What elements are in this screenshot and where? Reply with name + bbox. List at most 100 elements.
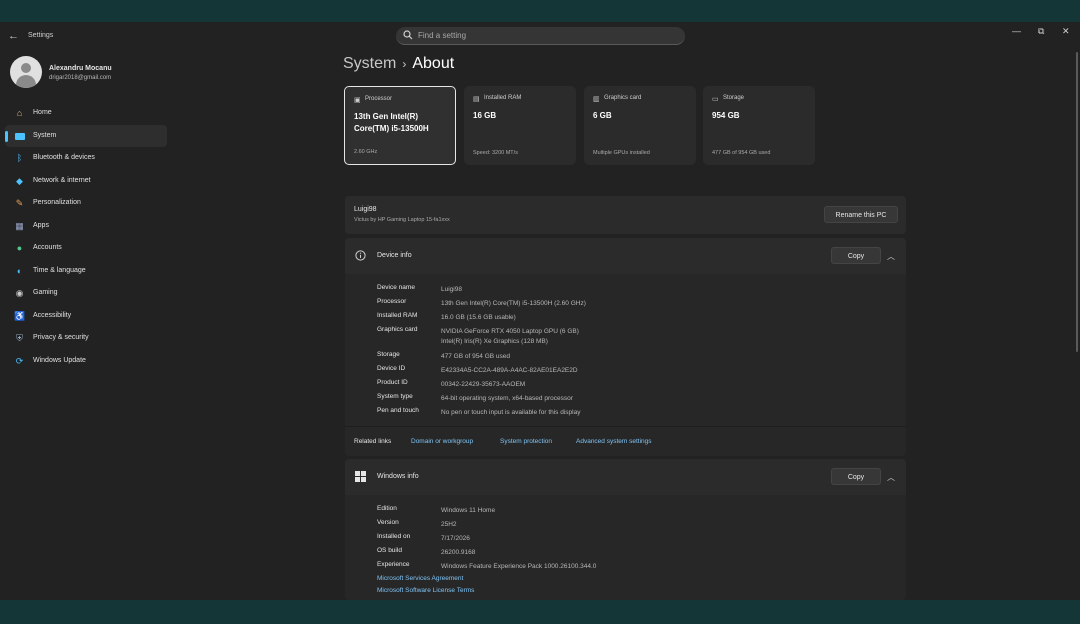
processor-card[interactable]: ▣ Processor 13th Gen Intel(R) Core(TM) i…: [344, 86, 456, 165]
sidebar-item-time-language[interactable]: ◐ Time & language: [5, 260, 167, 283]
info-icon: [355, 250, 366, 261]
related-links-label: Related links: [354, 438, 392, 445]
sidebar-item-privacy[interactable]: ⛨ Privacy & security: [5, 327, 167, 350]
maximize-button[interactable]: ⧉: [1038, 26, 1044, 37]
ram-card[interactable]: ▤ Installed RAM 16 GB Speed: 3200 MT/s: [464, 86, 576, 165]
search-input[interactable]: Find a setting: [418, 31, 466, 40]
sidebar-item-apps[interactable]: ▦ Apps: [5, 215, 167, 238]
copy-device-info-button[interactable]: Copy: [831, 247, 881, 264]
sidebar-item-label: Apps: [33, 221, 49, 229]
sidebar-item-gaming[interactable]: ◉ Gaming: [5, 282, 167, 305]
spec-value: 25H2: [441, 521, 457, 528]
spec-label: Pen and touch: [377, 407, 419, 414]
spec-label: Edition: [377, 505, 397, 512]
spec-value-secondary: Intel(R) Iris(R) Xe Graphics (128 MB): [441, 338, 548, 345]
gpu-icon: ▥: [593, 96, 600, 103]
system-icon: [14, 131, 25, 142]
pc-model: Victus by HP Gaming Laptop 15-fa1xxx: [354, 217, 450, 223]
copy-windows-info-button[interactable]: Copy: [831, 468, 881, 485]
scrollbar[interactable]: [1076, 52, 1078, 352]
spec-value: 7/17/2026: [441, 535, 470, 542]
cpu-icon: ▣: [354, 97, 361, 104]
page-title: About: [412, 55, 455, 72]
chevron-up-icon[interactable]: ︿: [887, 251, 895, 262]
minimize-button[interactable]: —: [1012, 26, 1021, 36]
update-icon: ⟳: [15, 355, 24, 366]
device-info-title: Device info: [377, 252, 412, 259]
spec-label: Experience: [377, 561, 410, 568]
wifi-icon: ◆: [16, 175, 23, 186]
sidebar-item-label: Privacy & security: [33, 334, 89, 341]
graphics-card[interactable]: ▥ Graphics card 6 GB Multiple GPUs insta…: [584, 86, 696, 165]
back-arrow-icon[interactable]: ←: [8, 30, 19, 42]
sidebar-item-label: Network & internet: [33, 176, 91, 184]
storage-icon: ▭: [712, 96, 719, 103]
app-title: Settings: [28, 32, 54, 39]
spec-value: 13th Gen Intel(R) Core(TM) i5-13500H (2.…: [441, 300, 586, 307]
spec-value: Windows Feature Experience Pack 1000.261…: [441, 563, 597, 570]
sidebar-item-accounts[interactable]: ● Accounts: [5, 237, 167, 260]
sidebar-item-label: Accounts: [33, 244, 62, 251]
home-icon: ⌂: [16, 108, 23, 118]
spec-label: Version: [377, 519, 399, 526]
license-terms-link[interactable]: Microsoft Software License Terms: [377, 587, 474, 594]
sidebar-item-label: Windows Update: [33, 356, 86, 364]
card-value: 16 GB: [473, 111, 497, 120]
device-info-section: Device info Copy ︿ Device name Luigi98 P…: [345, 238, 906, 456]
breadcrumb: System › About: [343, 55, 454, 73]
spec-value: E42334A5-CC2A-489A-A4AC-82AE01EA2E2D: [441, 367, 578, 374]
sidebar-item-accessibility[interactable]: ♿ Accessibility: [5, 305, 167, 328]
windows-info-header[interactable]: Windows info Copy ︿: [345, 459, 906, 495]
avatar-head-shape: [21, 63, 31, 73]
search-box[interactable]: Find a setting: [396, 27, 685, 45]
breadcrumb-separator: ›: [402, 57, 407, 71]
title-bar: ← Settings Find a setting — ⧉ ✕: [0, 22, 1080, 52]
sidebar-item-system[interactable]: System: [5, 124, 167, 147]
settings-window: ← Settings Find a setting — ⧉ ✕ Alexandr…: [0, 22, 1080, 600]
apps-icon: ▦: [15, 220, 24, 231]
breadcrumb-system[interactable]: System: [343, 55, 396, 72]
spec-value: Windows 11 Home: [441, 507, 496, 514]
domain-workgroup-link[interactable]: Domain or workgroup: [411, 438, 473, 445]
advanced-system-settings-link[interactable]: Advanced system settings: [576, 438, 652, 445]
spec-label: System type: [377, 393, 413, 400]
profile-email: drigar2018@gmail.com: [49, 75, 112, 81]
system-protection-link[interactable]: System protection: [500, 438, 552, 445]
sidebar-item-label: Gaming: [33, 289, 58, 296]
spec-value: 16.0 GB (15.6 GB usable): [441, 314, 516, 321]
services-agreement-link[interactable]: Microsoft Services Agreement: [377, 575, 463, 582]
card-title: Processor: [365, 96, 393, 102]
windows-info-title: Windows info: [377, 473, 419, 480]
pc-name-card: Luigi98 Victus by HP Gaming Laptop 15-fa…: [345, 196, 906, 234]
spec-value: 26200.9168: [441, 549, 476, 556]
chevron-up-icon[interactable]: ︿: [887, 472, 895, 483]
card-subtext: Multiple GPUs installed: [593, 150, 650, 156]
related-links: Related links Domain or workgroup System…: [345, 426, 906, 457]
card-subtext: 2.60 GHz: [354, 149, 378, 155]
spec-value: No pen or touch input is available for t…: [441, 409, 581, 416]
sidebar-item-network[interactable]: ◆ Network & internet: [5, 170, 167, 193]
accounts-icon: ●: [16, 243, 23, 253]
sidebar-item-windows-update[interactable]: ⟳ Windows Update: [5, 350, 167, 373]
gamepad-icon: ◉: [15, 288, 24, 298]
spec-label: Installed RAM: [377, 312, 418, 319]
card-subtext: 477 GB of 954 GB used: [712, 150, 771, 156]
sidebar-item-bluetooth[interactable]: ᛒ Bluetooth & devices: [5, 147, 167, 170]
device-info-header[interactable]: Device info Copy ︿: [345, 238, 906, 274]
spec-label: Processor: [377, 298, 407, 305]
avatar[interactable]: [10, 56, 42, 88]
rename-pc-button[interactable]: Rename this PC: [824, 206, 898, 223]
shield-icon: ⛨: [16, 333, 23, 343]
sidebar-item-home[interactable]: ⌂ Home: [5, 102, 167, 125]
sidebar-item-personalization[interactable]: ✎ Personalization: [5, 192, 167, 215]
spec-label: Installed on: [377, 533, 411, 540]
pc-name: Luigi98: [354, 206, 377, 213]
storage-card[interactable]: ▭ Storage 954 GB 477 GB of 954 GB used: [703, 86, 815, 165]
profile-name: Alexandru Mocanu: [49, 65, 112, 72]
brush-icon: ✎: [15, 198, 24, 208]
card-title: Installed RAM: [484, 95, 522, 101]
sidebar-nav: ⌂ Home System ᛒ Bluetooth & devices ◆ Ne…: [5, 102, 167, 372]
spec-label: OS build: [377, 547, 402, 554]
close-button[interactable]: ✕: [1062, 26, 1070, 37]
spec-value: 00342-22429-35673-AAOEM: [441, 381, 526, 388]
